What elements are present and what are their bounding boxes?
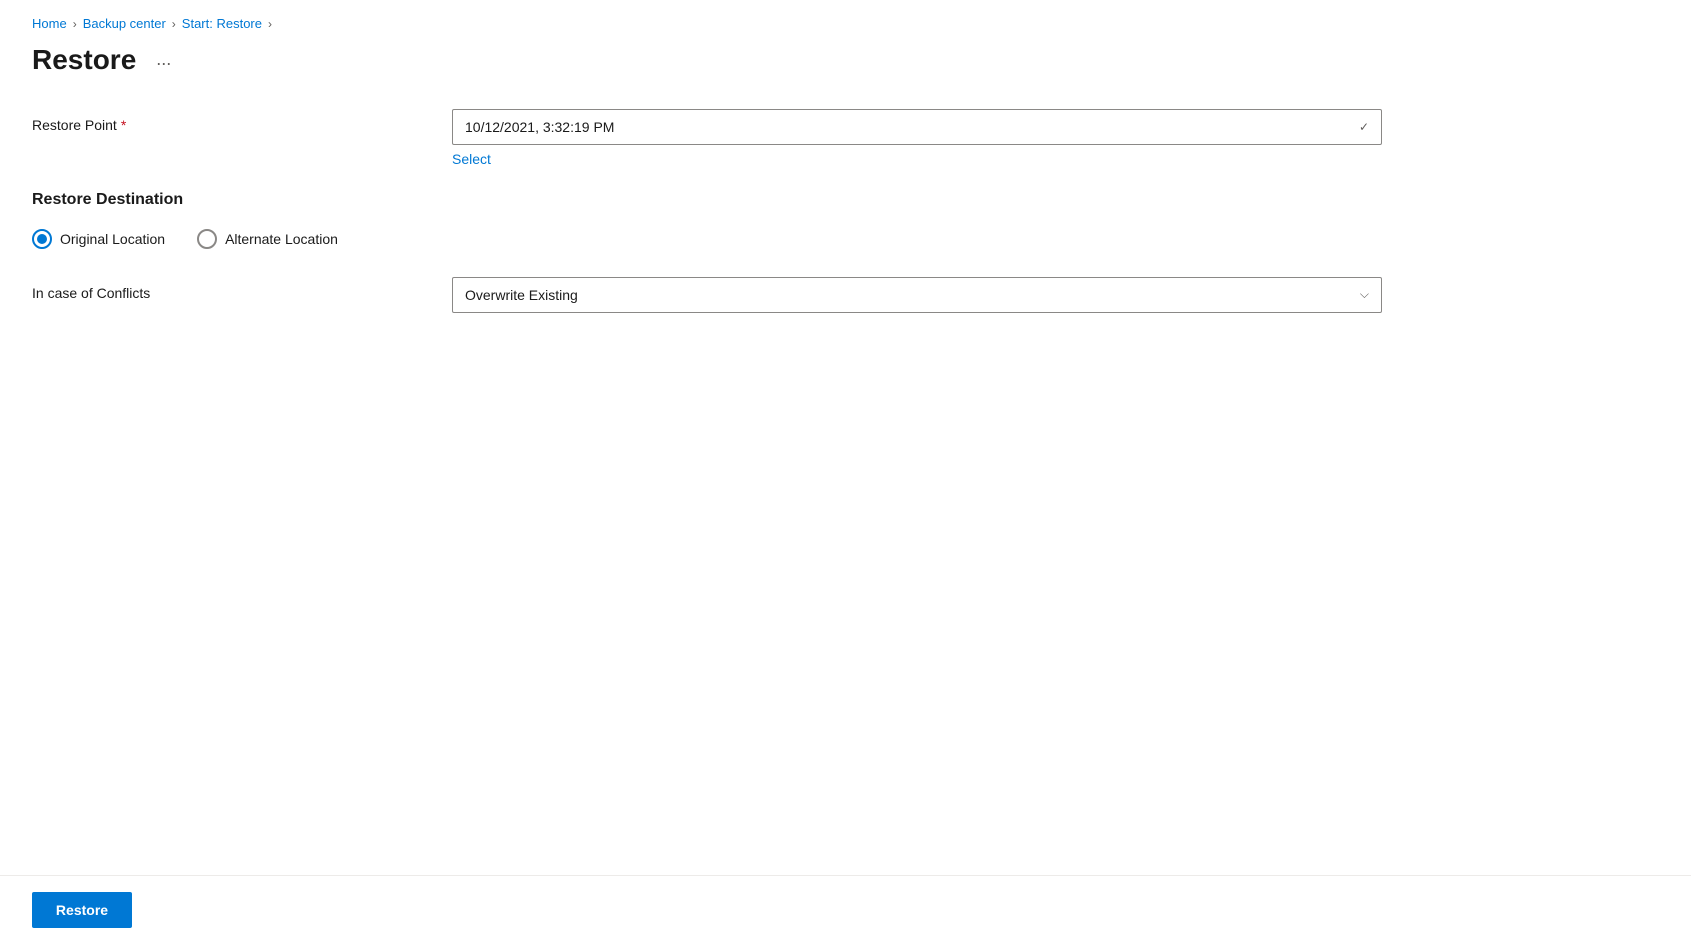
breadcrumb: Home › Backup center › Start: Restore › [32, 16, 1659, 31]
original-location-option[interactable]: Original Location [32, 229, 165, 249]
destination-radio-group: Original Location Alternate Location [32, 229, 1382, 249]
page-title: Restore [32, 43, 136, 77]
conflicts-row: In case of Conflicts Overwrite Existing … [32, 277, 1382, 313]
select-link[interactable]: Select [452, 151, 1382, 167]
breadcrumb-home[interactable]: Home [32, 16, 67, 31]
more-options-button[interactable]: ... [148, 45, 179, 74]
breadcrumb-current: Start: Restore [182, 16, 262, 31]
footer: Restore [0, 875, 1691, 944]
conflicts-dropdown[interactable]: Overwrite Existing ⌵ [452, 277, 1382, 313]
conflicts-control: Overwrite Existing ⌵ [452, 277, 1382, 313]
breadcrumb-separator-3: › [268, 17, 272, 31]
breadcrumb-separator-2: › [172, 17, 176, 31]
required-indicator: * [121, 117, 126, 133]
original-location-label: Original Location [60, 231, 165, 247]
alternate-location-radio[interactable] [197, 229, 217, 249]
alternate-location-option[interactable]: Alternate Location [197, 229, 338, 249]
original-location-radio[interactable] [32, 229, 52, 249]
alternate-location-label: Alternate Location [225, 231, 338, 247]
conflicts-chevron-icon: ⌵ [1360, 287, 1369, 302]
restore-point-check-icon: ✓ [1359, 120, 1369, 134]
breadcrumb-backup-center[interactable]: Backup center [83, 16, 166, 31]
restore-point-label: Restore Point * [32, 109, 452, 133]
conflicts-value: Overwrite Existing [465, 287, 578, 303]
restore-point-control: 10/12/2021, 3:32:19 PM ✓ Select [452, 109, 1382, 167]
restore-destination-section: Restore Destination Original Location Al… [32, 191, 1382, 249]
page-header: Restore ... [32, 43, 1659, 77]
conflicts-label: In case of Conflicts [32, 277, 452, 301]
restore-point-value: 10/12/2021, 3:32:19 PM [465, 119, 614, 135]
restore-destination-heading: Restore Destination [32, 191, 1382, 209]
restore-button[interactable]: Restore [32, 892, 132, 928]
breadcrumb-separator-1: › [73, 17, 77, 31]
restore-form: Restore Point * 10/12/2021, 3:32:19 PM ✓… [32, 109, 1382, 313]
restore-point-dropdown[interactable]: 10/12/2021, 3:32:19 PM ✓ [452, 109, 1382, 145]
restore-point-row: Restore Point * 10/12/2021, 3:32:19 PM ✓… [32, 109, 1382, 167]
